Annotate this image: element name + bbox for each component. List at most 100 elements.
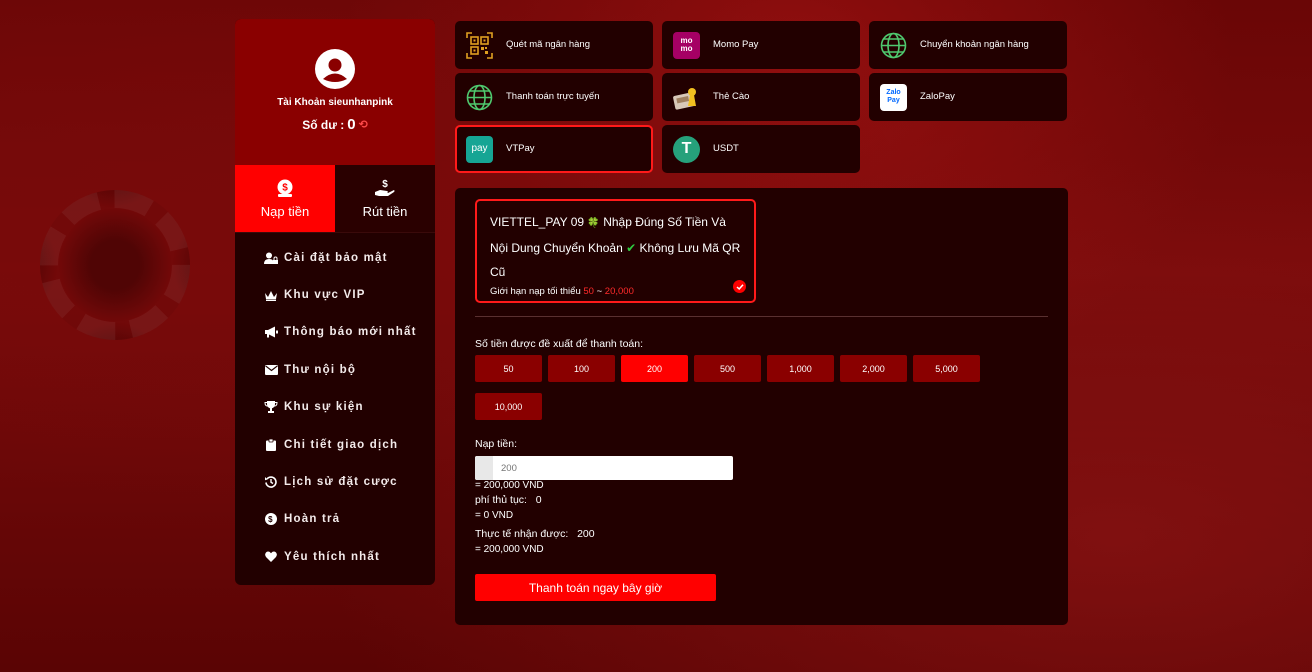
received-label: Thực tế nhận được: <box>475 528 569 540</box>
check-icon: ✔ <box>626 241 637 255</box>
amount-button[interactable]: 50 <box>475 355 542 382</box>
deposit-withdraw-tabs: $ Nạp tiền $ Rút tiền <box>235 165 435 232</box>
channel-limit: Giới hạn nạp tối thiểu 50 ~ 20,000 <box>490 286 741 297</box>
fee-label: phí thủ tục: <box>475 494 527 506</box>
method-bank-transfer[interactable]: Chuyển khoản ngân hàng <box>869 21 1067 69</box>
user-icon <box>317 51 353 87</box>
pay-now-button[interactable]: Thanh toán ngay bây giờ <box>475 574 716 601</box>
menu-item-security[interactable]: Cài đặt bảo mật <box>235 239 435 276</box>
account-sidebar: Tài Khoản sieunhanpink Số dư : 0 ⟲ $ Nạp… <box>235 19 435 585</box>
profile-card: Tài Khoản sieunhanpink Số dư : 0 ⟲ <box>235 19 435 165</box>
method-usdt[interactable]: T USDT <box>662 125 860 173</box>
amount-button[interactable]: 1,000 <box>767 355 834 382</box>
menu-item-transactions[interactable]: Chi tiết giao dịch <box>235 426 435 463</box>
vtpay-icon: pay <box>466 135 493 163</box>
menu-label: Lịch sử đặt cược <box>284 476 398 489</box>
method-label: ZaloPay <box>920 91 955 102</box>
fee-row: phí thủ tục: 0 <box>475 494 542 506</box>
deposit-amount-field <box>475 456 733 480</box>
menu-label: Chi tiết giao dịch <box>284 438 399 451</box>
method-label: Chuyển khoản ngân hàng <box>920 39 1029 50</box>
method-bank-qr[interactable]: Quét mã ngân hàng <box>455 21 653 69</box>
deposit-equivalent: = 200,000 VND <box>475 480 544 491</box>
suggested-amount-buttons: 50 100 200 500 1,000 2,000 5,000 10,000 <box>475 355 995 420</box>
clover-icon: 🍀 <box>587 218 600 229</box>
channel-title: VIETTEL_PAY 09 🍀 Nhập Đúng Số Tiền Và Nộ… <box>490 210 741 284</box>
amount-button[interactable]: 500 <box>694 355 761 382</box>
tab-deposit[interactable]: $ Nạp tiền <box>235 165 335 232</box>
amount-button[interactable]: 200 <box>621 355 688 382</box>
poker-chip-decoration <box>40 190 190 340</box>
refresh-icon[interactable]: ⟲ <box>359 118 368 131</box>
fee-equivalent: = 0 VND <box>475 510 514 521</box>
megaphone-icon <box>263 326 279 338</box>
selected-check-icon <box>733 280 746 293</box>
qr-code-icon <box>466 31 493 59</box>
channel-name: VIETTEL_PAY 09 <box>490 215 585 229</box>
limit-max: 20,000 <box>604 286 634 297</box>
amount-button[interactable]: 100 <box>548 355 615 382</box>
clipboard-icon <box>263 438 279 451</box>
menu-item-inbox[interactable]: Thư nội bộ <box>235 351 435 388</box>
svg-text:$: $ <box>268 515 274 524</box>
balance-value: 0 <box>347 116 356 133</box>
deposit-amount-label: Nạp tiền: <box>475 438 518 450</box>
money-bag-icon: $ <box>277 179 293 197</box>
crown-icon <box>263 290 279 301</box>
limit-min: 50 <box>583 286 594 297</box>
method-label: Thanh toán trực tuyến <box>506 91 600 102</box>
svg-text:$: $ <box>282 183 288 194</box>
scratch-card-icon <box>673 84 700 111</box>
menu-item-favorites[interactable]: Yêu thích nhất <box>235 538 435 575</box>
method-vtpay[interactable]: pay VTPay <box>455 125 653 173</box>
history-icon <box>263 476 279 488</box>
balance: Số dư : 0 ⟲ <box>302 116 368 133</box>
coin-icon: $ <box>263 513 279 526</box>
tab-withdraw[interactable]: $ Rút tiền <box>335 165 435 232</box>
account-menu: Cài đặt bảo mật Khu vực VIP Thông báo mớ… <box>235 232 435 576</box>
menu-item-notifications[interactable]: Thông báo mới nhất <box>235 314 435 351</box>
menu-label: Cài đặt bảo mật <box>284 251 388 264</box>
payment-channel-card[interactable]: VIETTEL_PAY 09 🍀 Nhập Đúng Số Tiền Và Nộ… <box>475 199 756 303</box>
method-label: Quét mã ngân hàng <box>506 39 590 50</box>
menu-item-vip[interactable]: Khu vực VIP <box>235 276 435 313</box>
envelope-icon <box>263 364 279 375</box>
user-lock-icon <box>263 252 279 264</box>
amount-button[interactable]: 10,000 <box>475 393 542 420</box>
hand-money-icon: $ <box>375 179 395 196</box>
amount-button[interactable]: 2,000 <box>840 355 907 382</box>
amount-button[interactable]: 5,000 <box>913 355 980 382</box>
method-scratch-card[interactable]: Thẻ Cào <box>662 73 860 121</box>
heart-icon <box>263 551 279 563</box>
trophy-icon <box>263 401 279 414</box>
fee-value: 0 <box>535 494 542 506</box>
menu-label: Thư nội bộ <box>284 363 357 376</box>
deposit-amount-input[interactable] <box>493 456 733 480</box>
menu-item-bet-history[interactable]: Lịch sử đặt cược <box>235 463 435 500</box>
method-momo[interactable]: mo mo Momo Pay <box>662 21 860 69</box>
method-label: USDT <box>713 143 739 154</box>
method-zalopay[interactable]: Zalo Pay ZaloPay <box>869 73 1067 121</box>
deposit-panel: VIETTEL_PAY 09 🍀 Nhập Đúng Số Tiền Và Nộ… <box>455 188 1068 625</box>
method-label: VTPay <box>506 143 535 154</box>
limit-label: Giới hạn nạp tối thiểu <box>490 286 581 297</box>
received-row: Thực tế nhận được: 200 <box>475 528 595 540</box>
balance-label: Số dư : <box>302 117 345 132</box>
menu-label: Hoàn trả <box>284 513 341 526</box>
zalopay-icon: Zalo Pay <box>880 83 907 111</box>
menu-label: Khu vực VIP <box>284 289 366 302</box>
menu-label: Thông báo mới nhất <box>284 326 417 339</box>
svg-text:$: $ <box>382 179 388 190</box>
suggested-amount-label: Số tiền được đề xuất để thanh toán: <box>475 338 644 350</box>
method-label: Thẻ Cào <box>713 91 750 102</box>
received-equivalent: = 200,000 VND <box>475 544 544 555</box>
menu-label: Khu sự kiện <box>284 401 364 414</box>
menu-item-rebate[interactable]: $ Hoàn trả <box>235 501 435 538</box>
method-label: Momo Pay <box>713 39 759 50</box>
received-value: 200 <box>577 528 595 540</box>
menu-item-events[interactable]: Khu sự kiện <box>235 389 435 426</box>
tab-withdraw-label: Rút tiền <box>362 204 408 219</box>
divider <box>475 316 1048 317</box>
payment-method-grid: Quét mã ngân hàng mo mo Momo Pay Chuyển … <box>455 21 1069 173</box>
method-online-payment[interactable]: Thanh toán trực tuyến <box>455 73 653 121</box>
